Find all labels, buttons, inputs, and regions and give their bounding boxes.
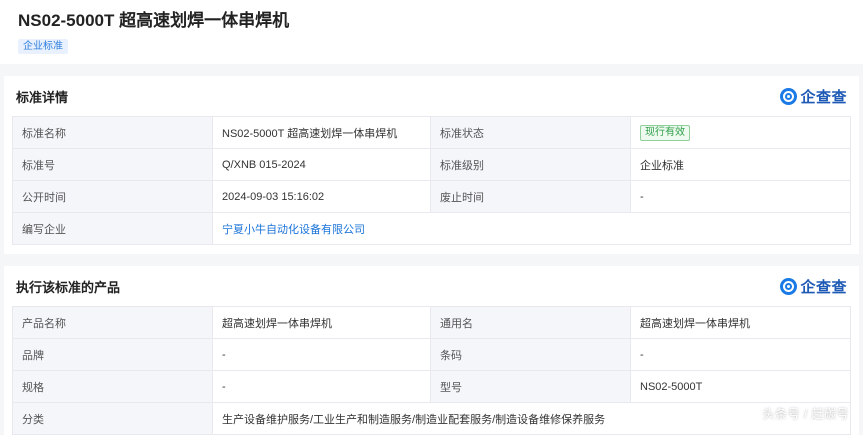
field-value: -	[212, 338, 431, 371]
brand-logo[interactable]: 企查查	[780, 86, 847, 107]
table-row: 标准名称 NS02-5000T 超高速划焊一体串焊机 标准状态 现行有效	[12, 116, 851, 149]
field-value: -	[630, 338, 851, 371]
section-title: 执行该标准的产品	[16, 279, 121, 295]
field-value-cell: 现行有效	[630, 116, 851, 149]
field-label: 分类	[12, 402, 213, 435]
field-label: 型号	[430, 370, 631, 403]
field-value: 企业标准	[630, 148, 851, 181]
field-value: NS02-5000T 超高速划焊一体串焊机	[212, 116, 431, 149]
brand-logo-text: 企查查	[800, 278, 847, 296]
table-row: 公开时间 2024-09-03 15:16:02 废止时间 -	[12, 180, 851, 213]
field-label: 标准名称	[12, 116, 213, 149]
field-label: 标准级别	[430, 148, 631, 181]
table-row: 编写企业 宁夏小牛自动化设备有限公司	[12, 212, 851, 245]
field-label: 公开时间	[12, 180, 213, 213]
field-label: 条码	[430, 338, 631, 371]
field-value-cell: 宁夏小牛自动化设备有限公司	[212, 212, 851, 245]
field-label: 废止时间	[430, 180, 631, 213]
field-value: 生产设备维护服务/工业生产和制造服务/制造业配套服务/制造设备维修保养服务	[212, 402, 851, 435]
brand-logo-text: 企查查	[800, 88, 847, 106]
section-title: 标准详情	[16, 89, 69, 105]
brand-logo-icon	[780, 87, 798, 105]
field-label: 标准状态	[430, 116, 631, 149]
field-value: 超高速划焊一体串焊机	[630, 306, 851, 339]
details-table: 标准名称 NS02-5000T 超高速划焊一体串焊机 标准状态 现行有效 标准号…	[12, 116, 851, 245]
field-label: 编写企业	[12, 212, 213, 245]
field-label: 品牌	[12, 338, 213, 371]
field-value: -	[630, 180, 851, 213]
field-value: NS02-5000T	[630, 370, 851, 403]
watermark: 头条号 / 赶碳号	[762, 407, 849, 421]
field-value: -	[212, 370, 431, 403]
field-value: 超高速划焊一体串焊机	[212, 306, 431, 339]
page-title: NS02-5000T 超高速划焊一体串焊机	[18, 11, 290, 30]
section-header: 执行该标准的产品 企查查	[12, 266, 851, 306]
brand-logo-icon	[780, 277, 798, 295]
field-value: Q/XNB 015-2024	[212, 148, 431, 181]
page-header: NS02-5000T 超高速划焊一体串焊机 企业标准	[0, 0, 863, 64]
field-label: 规格	[12, 370, 213, 403]
table-row: 分类 生产设备维护服务/工业生产和制造服务/制造业配套服务/制造设备维修保养服务	[12, 402, 851, 435]
table-row: 规格 - 型号 NS02-5000T	[12, 370, 851, 403]
field-value: 2024-09-03 15:16:02	[212, 180, 431, 213]
standard-type-tag: 企业标准	[18, 39, 68, 54]
products-section: 执行该标准的产品 企查查 产品名称 超高速划焊一体串焊机 通用名 超高速划焊一体…	[4, 266, 859, 435]
table-row: 标准号 Q/XNB 015-2024 标准级别 企业标准	[12, 148, 851, 181]
status-badge: 现行有效	[640, 124, 690, 141]
brand-logo[interactable]: 企查查	[780, 276, 847, 297]
section-header: 标准详情 企查查	[12, 76, 851, 116]
company-link[interactable]: 宁夏小牛自动化设备有限公司	[222, 224, 365, 236]
table-row: 产品名称 超高速划焊一体串焊机 通用名 超高速划焊一体串焊机	[12, 306, 851, 339]
table-row: 品牌 - 条码 -	[12, 338, 851, 371]
field-label: 标准号	[12, 148, 213, 181]
field-label: 通用名	[430, 306, 631, 339]
field-label: 产品名称	[12, 306, 213, 339]
standard-details-section: 标准详情 企查查 标准名称 NS02-5000T 超高速划焊一体串焊机 标准状态…	[4, 76, 859, 254]
products-table: 产品名称 超高速划焊一体串焊机 通用名 超高速划焊一体串焊机 品牌 - 条码 -…	[12, 306, 851, 435]
